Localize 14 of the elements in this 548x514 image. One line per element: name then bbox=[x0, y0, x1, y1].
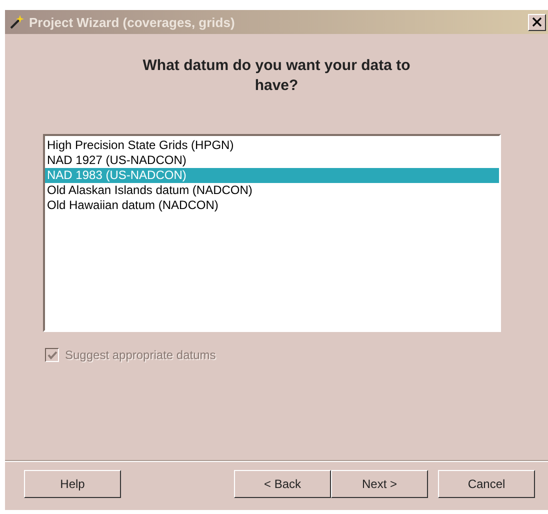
datum-list-item[interactable]: Old Alaskan Islands datum (NADCON) bbox=[45, 183, 499, 198]
datum-list-item[interactable]: High Precision State Grids (HPGN) bbox=[45, 138, 499, 153]
close-button[interactable] bbox=[528, 14, 546, 30]
close-icon bbox=[532, 17, 542, 27]
suggest-label: Suggest appropriate datums bbox=[65, 348, 216, 362]
window-title: Project Wizard (coverages, grids) bbox=[29, 14, 236, 30]
datum-list-item[interactable]: NAD 1927 (US-NADCON) bbox=[45, 153, 499, 168]
cancel-button[interactable]: Cancel bbox=[438, 470, 535, 498]
wand-icon bbox=[9, 14, 25, 30]
back-button[interactable]: < Back bbox=[234, 470, 331, 498]
question-heading: What datum do you want your data to have? bbox=[142, 56, 412, 96]
help-button[interactable]: Help bbox=[24, 470, 121, 498]
next-button[interactable]: Next > bbox=[331, 470, 428, 498]
datum-list-item[interactable]: Old Hawaiian datum (NADCON) bbox=[45, 198, 499, 213]
